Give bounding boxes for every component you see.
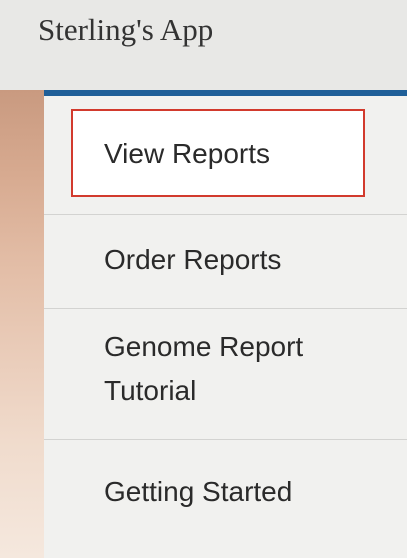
menu-item-order-reports[interactable]: Order Reports <box>44 215 407 309</box>
menu-item-genome-report-tutorial[interactable]: Genome Report Tutorial <box>44 309 407 440</box>
menu-item-view-reports[interactable]: View Reports <box>44 96 407 215</box>
menu-item-label: Genome Report Tutorial <box>104 331 304 406</box>
menu-item-getting-started[interactable]: Getting Started <box>44 440 407 558</box>
app-title: Sterling's App <box>38 12 214 47</box>
menu-item-label: Getting Started <box>104 476 293 507</box>
menu-item-label: Order Reports <box>104 244 282 275</box>
background-photo-strip <box>0 90 44 558</box>
menu-item-label: View Reports <box>104 138 271 169</box>
app-header: Sterling's App <box>0 0 407 90</box>
dropdown-menu: View Reports Order Reports Genome Report… <box>44 90 407 558</box>
